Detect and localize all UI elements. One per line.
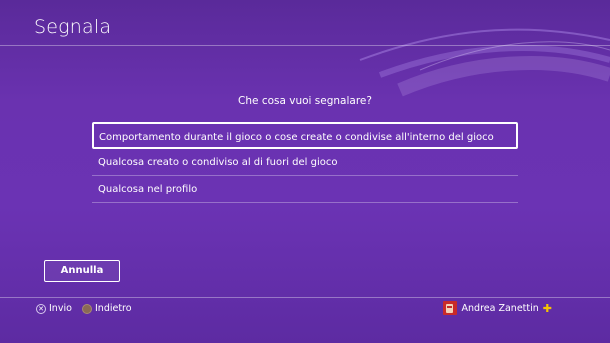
- confirm-hint-label: Invio: [49, 303, 72, 314]
- circle-button-icon: [82, 303, 92, 314]
- ps-plus-icon: ✚: [542, 301, 552, 315]
- user-badge: Andrea Zanettin ✚: [442, 301, 552, 315]
- option-in-game-behavior[interactable]: Comportamento durante il gioco o cose cr…: [92, 122, 518, 149]
- user-name: Andrea Zanettin: [461, 302, 539, 314]
- page-title: Segnala: [34, 16, 112, 38]
- back-hint: Indietro: [82, 303, 132, 314]
- cross-button-icon: ✕: [36, 303, 46, 314]
- confirm-hint: ✕ Invio: [36, 303, 72, 314]
- option-profile[interactable]: Qualcosa nel profilo: [92, 176, 518, 203]
- avatar-icon: [446, 303, 454, 313]
- report-question: Che cosa vuoi segnalare?: [238, 95, 372, 107]
- header-divider: [0, 45, 610, 46]
- footer-divider: [0, 297, 610, 298]
- back-hint-label: Indietro: [95, 303, 132, 314]
- cancel-button[interactable]: Annulla: [44, 260, 120, 282]
- report-options-list: Comportamento durante il gioco o cose cr…: [92, 122, 518, 203]
- avatar: [442, 301, 457, 315]
- option-outside-game[interactable]: Qualcosa creato o condiviso al di fuori …: [92, 149, 518, 176]
